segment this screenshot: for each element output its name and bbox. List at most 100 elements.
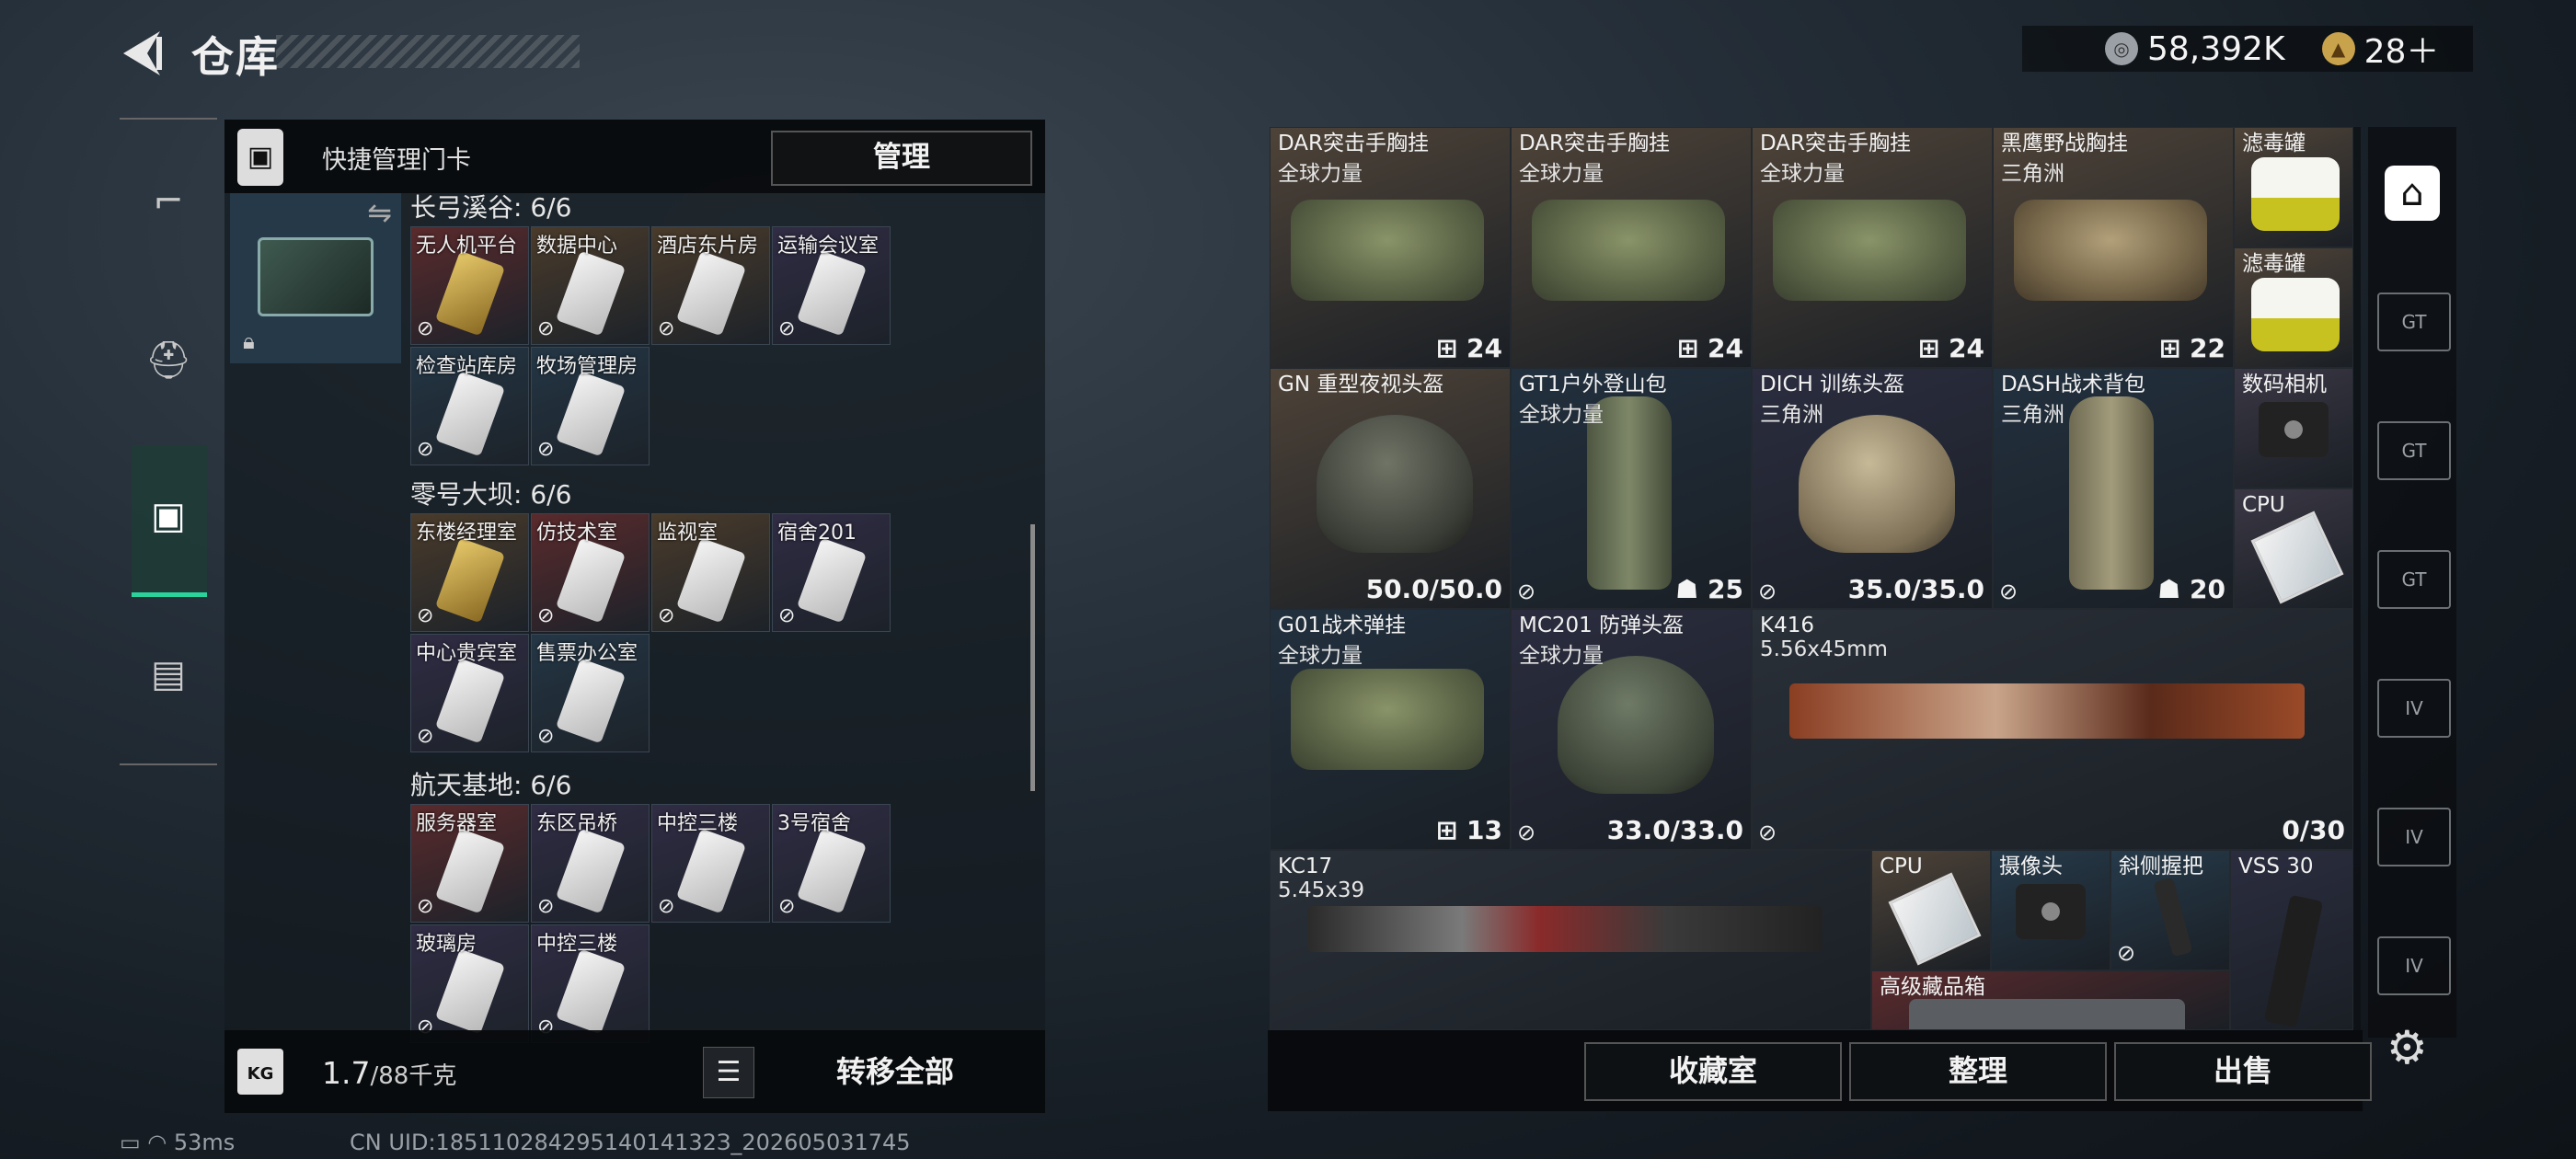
unbound-icon: ⊘ xyxy=(778,604,796,627)
item-name: KC17 xyxy=(1278,855,1333,878)
unbound-icon: ⊘ xyxy=(417,438,434,461)
inventory-item[interactable]: 高级藏品箱 xyxy=(1871,970,2230,1030)
storage-expansion-icon[interactable]: IV xyxy=(2377,679,2451,738)
item-image xyxy=(2153,877,2193,958)
storage-expansion-icon[interactable]: GT xyxy=(2377,421,2451,480)
item-count-value: 13 xyxy=(1466,815,1502,845)
briefcase-tab-icon[interactable]: ▤ xyxy=(132,638,204,710)
keycard-slot[interactable]: 检查站库房 ⊘ xyxy=(410,347,529,465)
item-count-value: 25 xyxy=(1708,574,1743,604)
inventory-item[interactable]: GT1户外登山包 全球力量 ☗ 25 ⊘ xyxy=(1511,368,1752,609)
swap-icon[interactable]: ⇋ xyxy=(367,195,392,230)
item-count-value: 20 xyxy=(2190,574,2225,604)
keycard-slot[interactable]: 无人机平台 ⊘ xyxy=(410,226,529,345)
keycard-label: 数据中心 xyxy=(536,235,618,258)
manage-button[interactable]: 管理 xyxy=(771,131,1032,186)
keycard-image xyxy=(675,828,747,914)
unbound-icon: ⊘ xyxy=(2117,940,2136,966)
inventory-item[interactable]: DAR突击手胸挂 全球力量 ⊞ 24 xyxy=(1511,127,1752,368)
keycard-slot[interactable]: 数据中心 ⊘ xyxy=(531,226,650,345)
inventory-item[interactable]: G01战术弹挂 全球力量 ⊞ 13 xyxy=(1270,609,1511,850)
map-section-title: 零号大坝: 6/6 xyxy=(410,479,572,510)
inventory-item[interactable]: DAR突击手胸挂 全球力量 ⊞ 24 xyxy=(1270,127,1511,368)
currency-gold[interactable]: 28＋ xyxy=(2364,25,2440,73)
keycard-case-image xyxy=(258,237,374,316)
unbound-icon: ⊘ xyxy=(1517,820,1536,845)
keycard-label: 售票办公室 xyxy=(536,642,638,665)
inventory-item[interactable]: GN 重型夜视头盔 50.0/50.0 xyxy=(1270,368,1511,609)
inventory-item[interactable]: CPU xyxy=(1871,850,1991,970)
keycard-slot[interactable]: 中控三楼 ⊘ xyxy=(531,924,650,1043)
item-subtitle: 三角洲 xyxy=(2001,162,2064,186)
keycard-slot[interactable]: 3号宿舍 ⊘ xyxy=(772,804,891,923)
keycard-slot[interactable]: 运输会议室 ⊘ xyxy=(772,226,891,345)
scrollbar[interactable] xyxy=(1030,524,1035,791)
item-name: 滤毒罐 xyxy=(2242,252,2306,276)
keycard-label: 中心贵宾室 xyxy=(416,642,518,665)
keycard-slot[interactable]: 中控三楼 ⊘ xyxy=(651,804,770,923)
inventory-item[interactable]: VSS 30 xyxy=(2230,850,2353,1030)
item-count-value: 50.0/50.0 xyxy=(1365,574,1502,604)
keycard-slot[interactable]: 牧场管理房 ⊘ xyxy=(531,347,650,465)
item-count: 0/30 xyxy=(2282,815,2345,845)
inventory-item[interactable]: DICH 训练头盔 三角洲 35.0/35.0 ⊘ xyxy=(1752,368,1993,609)
item-name: K416 xyxy=(1760,614,1814,637)
unbound-icon: ⊘ xyxy=(537,438,555,461)
slot-icon: ⊞ xyxy=(1917,333,1949,363)
keycard-slot[interactable]: 售票办公室 ⊘ xyxy=(531,634,650,752)
sort-button[interactable]: 整理 xyxy=(1849,1042,2107,1101)
keycard-tab-icon[interactable]: ▣ xyxy=(132,480,204,552)
inventory-item[interactable]: DAR突击手胸挂 全球力量 ⊞ 24 xyxy=(1752,127,1993,368)
keycard-slot[interactable]: 东区吊桥 ⊘ xyxy=(531,804,650,923)
inventory-item[interactable]: 斜侧握把 ⊘ xyxy=(2110,850,2230,970)
keycard-slot[interactable]: 东楼经理室 ⊘ xyxy=(410,513,529,632)
item-image xyxy=(2259,402,2329,457)
gear-icon[interactable]: ⚙ xyxy=(2386,1021,2428,1074)
keycard-label: 宿舍201 xyxy=(777,522,857,545)
keycard-slot[interactable]: 中心贵宾室 ⊘ xyxy=(410,634,529,752)
keycard-slot[interactable]: 酒店东片房 ⊘ xyxy=(651,226,770,345)
storage-icon[interactable]: ⌂ xyxy=(2385,166,2440,221)
inventory-item[interactable]: MC201 防弹头盔 全球力量 33.0/33.0 ⊘ xyxy=(1511,609,1752,850)
slot-icon: ⊞ xyxy=(1435,333,1467,363)
silver-coin-icon: ◎ xyxy=(2105,32,2138,65)
weapon-tab-icon[interactable]: ⌐ xyxy=(132,166,204,237)
unbound-icon: ⊘ xyxy=(1999,579,2018,604)
unbound-icon: ⊘ xyxy=(1517,579,1536,604)
item-image xyxy=(2014,200,2207,301)
storage-expansion-icon[interactable]: GT xyxy=(2377,550,2451,609)
item-count: ⊞ 24 xyxy=(1677,333,1743,363)
keycard-slot[interactable]: 宿舍201 ⊘ xyxy=(772,513,891,632)
item-name: DAR突击手胸挂 xyxy=(1278,132,1430,155)
collection-room-button[interactable]: 收藏室 xyxy=(1584,1042,1842,1101)
sell-button[interactable]: 出售 xyxy=(2114,1042,2372,1101)
keycard-image xyxy=(555,371,627,457)
keycard-slot[interactable]: 服务器室 ⊘ xyxy=(410,804,529,923)
currency-bar: ◎ 58,392K ▲ 28＋ xyxy=(2022,26,2473,72)
transfer-all-button[interactable]: 转移全部 xyxy=(762,1047,1029,1096)
inventory-item[interactable]: KC17 5.45x39 xyxy=(1270,850,1871,1030)
keycard-case[interactable]: 🔒︎ ⇋ xyxy=(230,193,401,363)
keycard-label: 服务器室 xyxy=(416,812,498,835)
gear-tab-icon[interactable]: ⛑ xyxy=(132,324,204,396)
keycard-label: 3号宿舍 xyxy=(777,812,851,835)
inventory-item[interactable]: 黑鹰野战胸挂 三角洲 ⊞ 22 xyxy=(1993,127,2234,368)
inventory-item[interactable]: 摄像头 xyxy=(1991,850,2110,970)
keycard-slot[interactable]: 监视室 ⊘ xyxy=(651,513,770,632)
inventory-item[interactable]: 滤毒罐 xyxy=(2234,247,2353,368)
back-arrow-icon[interactable] xyxy=(120,28,164,79)
list-icon[interactable]: ☰ xyxy=(703,1047,754,1098)
inventory-item[interactable]: DASH战术背包 三角洲 ☗ 20 ⊘ xyxy=(1993,368,2234,609)
storage-expansion-icon[interactable]: IV xyxy=(2377,808,2451,866)
inventory-item[interactable]: 滤毒罐 xyxy=(2234,127,2353,247)
item-image xyxy=(1291,200,1484,301)
storage-expansion-icon[interactable]: IV xyxy=(2377,936,2451,995)
keycard-slot[interactable]: 仿技术室 ⊘ xyxy=(531,513,650,632)
quick-card-label: 快捷管理门卡 xyxy=(322,146,471,175)
keycard-slot[interactable]: 玻璃房 ⊘ xyxy=(410,924,529,1043)
inventory-item[interactable]: K416 5.56x45mm 0/30 ⊘ xyxy=(1752,609,2353,850)
inventory-item[interactable]: CPU xyxy=(2234,488,2353,609)
storage-expansion-icon[interactable]: GT xyxy=(2377,293,2451,351)
inventory-item[interactable]: 数码相机 xyxy=(2234,368,2353,488)
item-name: 黑鹰野战胸挂 xyxy=(2001,132,2128,155)
